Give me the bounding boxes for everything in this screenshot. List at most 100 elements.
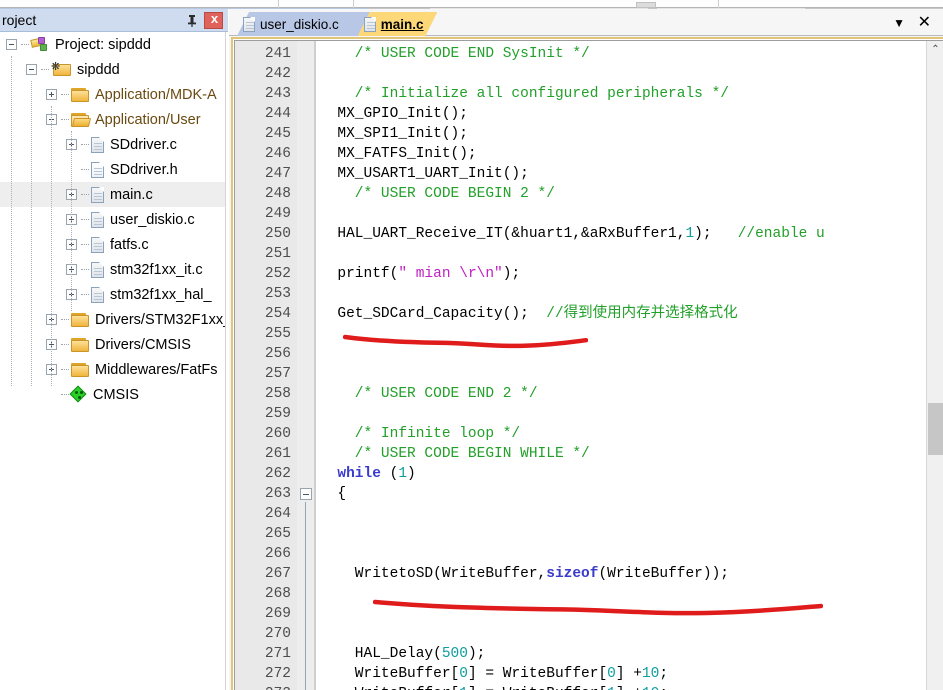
code-token: /* USER CODE END SysInit */ <box>320 46 590 62</box>
line-number: 252 <box>264 266 291 282</box>
code-token: sizeof <box>546 566 599 582</box>
code-token: 10 <box>642 686 659 690</box>
editor-tab-user_diskio-c[interactable]: user_diskio.c <box>237 12 370 36</box>
code-line[interactable]: 256 <box>235 344 943 364</box>
mdk-keil-ide-window: roject x Project: sipddd ❋ sipddd Applicati… <box>0 0 943 690</box>
collapse-icon[interactable] <box>6 39 17 50</box>
code-editor[interactable]: 241 /* USER CODE END SysInit */ 242 243 /*… <box>234 40 943 690</box>
code-line[interactable]: 270 <box>235 624 943 644</box>
code-line[interactable]: 251 <box>235 244 943 264</box>
code-token: 0 <box>607 666 616 682</box>
code-line[interactable]: 269 <box>235 604 943 624</box>
code-token: HAL_UART_Receive_IT(&huart1,&aRxBuffer1, <box>320 226 686 242</box>
code-line[interactable]: 250 HAL_UART_Receive_IT(&huart1,&aRxBuff… <box>235 224 943 244</box>
line-number: 258 <box>264 386 291 402</box>
tree-item-fatfs-c[interactable]: fatfs.c <box>0 232 225 257</box>
tree-item-sddriver-h[interactable]: SDdriver.h <box>0 157 225 182</box>
tree-item-sddriver-c[interactable]: SDdriver.c <box>0 132 225 157</box>
tree-connector <box>61 394 69 395</box>
code-line[interactable]: 266 <box>235 544 943 564</box>
tree-connector <box>81 219 89 220</box>
code-token: ] + <box>616 686 642 690</box>
code-line[interactable]: 247 MX_USART1_UART_Init(); <box>235 164 943 184</box>
code-line[interactable]: 265 <box>235 524 943 544</box>
close-panel-button[interactable]: x <box>204 11 223 29</box>
tree-item-drivers-stm32f1xx[interactable]: Drivers/STM32F1xx_ <box>0 307 225 332</box>
editor-vertical-scrollbar[interactable]: ⌃ <box>926 41 943 690</box>
gutter-separator <box>315 41 316 690</box>
code-line[interactable]: 243 /* Initialize all configured periphe… <box>235 84 943 104</box>
line-number: 269 <box>264 606 291 622</box>
code-line[interactable]: 268 <box>235 584 943 604</box>
code-line[interactable]: 252 printf(" mian \r\n"); <box>235 264 943 284</box>
code-line[interactable]: 261 /* USER CODE BEGIN WHILE */ <box>235 444 943 464</box>
close-document-icon[interactable]: ✕ <box>918 12 931 32</box>
code-line[interactable]: 263 { <box>235 484 943 504</box>
code-text: printf(" mian \r\n"); <box>320 264 520 284</box>
code-line[interactable]: 267 WritetoSD(WriteBuffer,sizeof(WriteBu… <box>235 564 943 584</box>
tree-connector <box>61 319 69 320</box>
code-token: ] = WriteBuffer[ <box>468 686 607 690</box>
tree-connector <box>21 44 29 45</box>
line-number: 246 <box>264 146 291 162</box>
file-h-icon <box>91 161 104 178</box>
code-token: 1 <box>607 686 616 690</box>
code-line[interactable]: 246 MX_FATFS_Init(); <box>235 144 943 164</box>
editor-tab-main-c[interactable]: main.c <box>358 12 438 36</box>
code-line[interactable]: 258 /* USER CODE END 2 */ <box>235 384 943 404</box>
code-token: ] + <box>615 666 642 682</box>
code-line[interactable]: 260 /* Infinite loop */ <box>235 424 943 444</box>
scrollbar-thumb[interactable] <box>928 403 943 455</box>
tree-item-application-user[interactable]: Application/User <box>0 107 225 132</box>
expand-icon[interactable] <box>46 89 57 100</box>
chevron-down-icon[interactable]: ▼ <box>893 16 905 30</box>
code-line[interactable]: 262 while (1) <box>235 464 943 484</box>
scroll-up-arrow-icon[interactable]: ⌃ <box>927 41 943 58</box>
tree-item-application-mdk-a[interactable]: Application/MDK-A <box>0 82 225 107</box>
tree-item-cmsis[interactable]: CMSIS <box>0 382 225 407</box>
tree-item-project-sipddd[interactable]: Project: sipddd <box>0 32 225 57</box>
tree-item-user-diskio-c[interactable]: user_diskio.c <box>0 207 225 232</box>
code-line[interactable]: 255 <box>235 324 943 344</box>
code-line[interactable]: 272 WriteBuffer[0] = WriteBuffer[0] +10; <box>235 664 943 684</box>
toolbar-band-mid1 <box>279 0 353 8</box>
code-line[interactable]: 273 WriteBuffer[1] = WriteBuffer[1] +10; <box>235 684 943 690</box>
tree-guide-line <box>31 81 32 386</box>
code-text: Get_SDCard_Capacity(); //得到使用内存并选择格式化 <box>320 304 737 324</box>
pin-icon[interactable] <box>184 13 200 29</box>
tree-item-label: stm32f1xx_hal_ <box>110 286 212 303</box>
code-line[interactable]: 271 HAL_Delay(500); <box>235 644 943 664</box>
code-line[interactable]: 244 MX_GPIO_Init(); <box>235 104 943 124</box>
code-line[interactable]: 249 <box>235 204 943 224</box>
code-line[interactable]: 259 <box>235 404 943 424</box>
code-text: /* Infinite loop */ <box>320 424 520 444</box>
tree-item-drivers-cmsis[interactable]: Drivers/CMSIS <box>0 332 225 357</box>
code-token: MX_GPIO_Init(); <box>320 106 468 122</box>
collapse-icon[interactable] <box>26 64 37 75</box>
code-line[interactable]: 253 <box>235 284 943 304</box>
tree-item-stm32f1xx-hal[interactable]: stm32f1xx_hal_ <box>0 282 225 307</box>
project-tree-list: Project: sipddd ❋ sipddd Application/MDK-A A… <box>0 32 225 407</box>
code-text-area[interactable]: 241 /* USER CODE END SysInit */ 242 243 /*… <box>235 41 943 690</box>
toolbar-separator <box>353 0 354 8</box>
tree-item-main-c[interactable]: main.c <box>0 182 225 207</box>
tree-item-stm32f1xx-it-c[interactable]: stm32f1xx_it.c <box>0 257 225 282</box>
tree-item-sipddd[interactable]: ❋ sipddd <box>0 57 225 82</box>
code-line[interactable]: 254 Get_SDCard_Capacity(); //得到使用内存并选择格式… <box>235 304 943 324</box>
code-line[interactable]: 241 /* USER CODE END SysInit */ <box>235 44 943 64</box>
code-line[interactable]: 264 <box>235 504 943 524</box>
code-line[interactable]: 245 MX_SPI1_Init(); <box>235 124 943 144</box>
code-token: WriteBuffer[ <box>320 686 459 690</box>
code-line[interactable]: 242 <box>235 64 943 84</box>
code-text: /* USER CODE BEGIN WHILE */ <box>320 444 590 464</box>
fold-collapse-icon[interactable] <box>300 488 312 500</box>
code-text: HAL_Delay(500); <box>320 644 486 664</box>
code-token: WritetoSD(WriteBuffer, <box>320 566 547 582</box>
code-text: /* USER CODE BEGIN 2 */ <box>320 184 555 204</box>
folder-icon <box>71 312 89 327</box>
line-number: 266 <box>264 546 291 562</box>
code-line[interactable]: 257 <box>235 364 943 384</box>
line-number: 253 <box>264 286 291 302</box>
code-line[interactable]: 248 /* USER CODE BEGIN 2 */ <box>235 184 943 204</box>
tree-item-middlewares-fatfs[interactable]: Middlewares/FatFs <box>0 357 225 382</box>
